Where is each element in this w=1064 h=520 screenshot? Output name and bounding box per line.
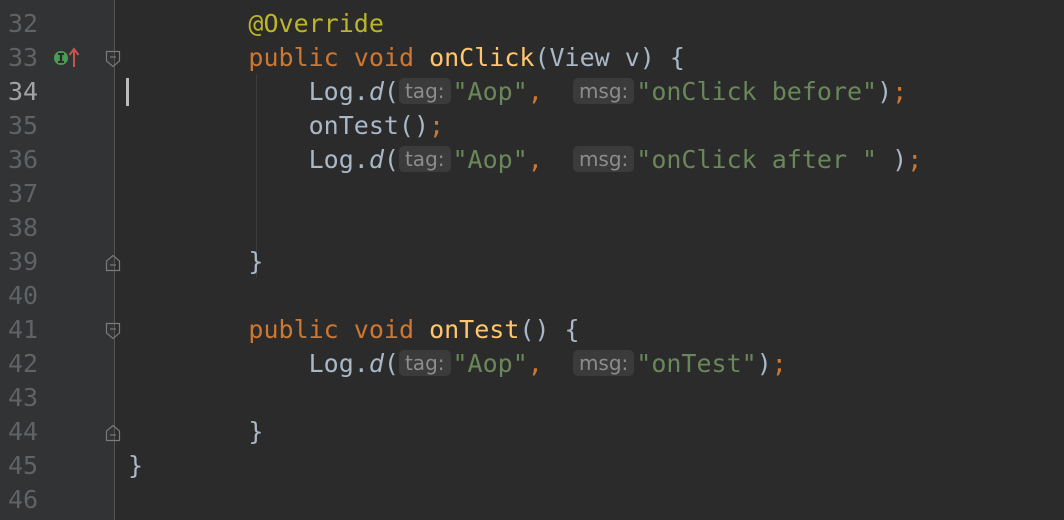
comma-token: , bbox=[527, 77, 543, 106]
code-line[interactable]: 44 } bbox=[0, 415, 1064, 449]
string-token: "onTest" bbox=[636, 349, 757, 378]
code-text[interactable]: } bbox=[128, 245, 263, 279]
comma-token: , bbox=[527, 145, 543, 174]
code-line[interactable]: 38 bbox=[0, 211, 1064, 245]
class-token: Log. bbox=[308, 349, 369, 378]
code-line[interactable]: 40 bbox=[0, 279, 1064, 313]
code-text[interactable]: public void onTest() { bbox=[128, 313, 580, 347]
code-line[interactable]: 33 public void onClick(View v) { bbox=[0, 41, 1064, 75]
line-number: 42 bbox=[8, 349, 39, 378]
code-line[interactable]: 36 Log.d(tag: "Aop", msg: "onClick after "… bbox=[0, 143, 1064, 177]
fold-close-icon[interactable] bbox=[105, 424, 121, 442]
keyword-token: public bbox=[248, 43, 339, 72]
method-name-token: onClick bbox=[429, 43, 535, 72]
code-line[interactable]: 37 bbox=[0, 177, 1064, 211]
line-number: 44 bbox=[8, 417, 39, 446]
line-number: 41 bbox=[8, 315, 39, 344]
param-hint-tag: tag: bbox=[398, 78, 451, 104]
annotation-token: @Override bbox=[248, 9, 384, 38]
line-number: 40 bbox=[8, 281, 39, 310]
method-name-token: onTest bbox=[429, 315, 520, 344]
code-line[interactable]: 42 Log.d(tag: "Aop", msg: "onTest"); bbox=[0, 347, 1064, 381]
brace-token: } bbox=[248, 417, 264, 446]
class-token: Log. bbox=[308, 77, 369, 106]
class-token: Log. bbox=[308, 145, 369, 174]
code-line[interactable]: 32 @Override bbox=[0, 7, 1064, 41]
paren-token: ) bbox=[877, 145, 908, 174]
method-call-token: d bbox=[368, 145, 384, 174]
code-text[interactable]: } bbox=[128, 415, 263, 449]
line-number: 32 bbox=[8, 9, 39, 38]
paren-token: ) bbox=[877, 77, 893, 106]
code-line[interactable]: 45 } bbox=[0, 449, 1064, 483]
keyword-token: void bbox=[353, 43, 415, 72]
method-call-token: d bbox=[368, 349, 384, 378]
code-text[interactable]: public void onClick(View v) { bbox=[128, 41, 685, 75]
code-line[interactable]: 43 bbox=[0, 381, 1064, 415]
line-number: 33 bbox=[8, 43, 39, 72]
method-call-token: d bbox=[368, 77, 384, 106]
line-number: 36 bbox=[8, 145, 39, 174]
fold-close-icon[interactable] bbox=[105, 254, 121, 272]
string-token: "Aop" bbox=[452, 145, 528, 174]
line-number: 43 bbox=[8, 383, 39, 412]
code-text[interactable]: Log.d(tag: "Aop", msg: "onClick after " ); bbox=[128, 143, 923, 177]
param-hint-tag: tag: bbox=[398, 350, 451, 376]
line-number: 38 bbox=[8, 213, 39, 242]
code-text[interactable]: Log.d(tag: "Aop", msg: "onClick before"); bbox=[128, 75, 908, 109]
semicolon-token: ; bbox=[892, 77, 908, 106]
semicolon-token: ; bbox=[429, 111, 445, 140]
code-line[interactable]: 46 bbox=[0, 483, 1064, 517]
keyword-token: void bbox=[353, 315, 415, 344]
params-token: (View v) { bbox=[534, 43, 685, 72]
brace-token: } bbox=[128, 451, 144, 480]
line-number: 45 bbox=[8, 451, 39, 480]
text-caret bbox=[126, 78, 129, 106]
string-token: "onClick before" bbox=[636, 77, 878, 106]
param-hint-msg: msg: bbox=[572, 350, 635, 376]
paren-token: ( bbox=[383, 145, 399, 174]
paren-token: ( bbox=[383, 349, 399, 378]
implementation-marker-icon[interactable] bbox=[52, 45, 82, 71]
line-number: 35 bbox=[8, 111, 39, 140]
code-editor[interactable]: 32 @Override 33 public void onClick(View… bbox=[0, 0, 1064, 520]
string-token: "onClick after " bbox=[636, 145, 878, 174]
line-number: 46 bbox=[8, 485, 39, 514]
fold-open-icon[interactable] bbox=[105, 322, 121, 340]
code-text[interactable]: } bbox=[128, 449, 143, 483]
fold-open-icon[interactable] bbox=[105, 50, 121, 68]
line-number: 39 bbox=[8, 247, 39, 276]
line-number: 37 bbox=[8, 179, 39, 208]
string-token: "Aop" bbox=[452, 77, 528, 106]
brace-token: } bbox=[248, 247, 264, 276]
comma-token: , bbox=[527, 349, 543, 378]
paren-token: ) bbox=[756, 349, 772, 378]
paren-token: ( bbox=[383, 77, 399, 106]
param-hint-msg: msg: bbox=[572, 78, 635, 104]
param-hint-msg: msg: bbox=[572, 146, 635, 172]
code-line[interactable]: 39 } bbox=[0, 245, 1064, 279]
code-line[interactable]: 41 public void onTest() { bbox=[0, 313, 1064, 347]
method-call-token: onTest() bbox=[308, 111, 430, 140]
keyword-token: public bbox=[248, 315, 339, 344]
code-line-current[interactable]: 34 Log.d(tag: "Aop", msg: "onClick before"… bbox=[0, 75, 1064, 109]
param-hint-tag: tag: bbox=[398, 146, 451, 172]
semicolon-token: ; bbox=[907, 145, 923, 174]
line-number-current: 34 bbox=[8, 77, 39, 106]
code-text[interactable]: Log.d(tag: "Aop", msg: "onTest"); bbox=[128, 347, 787, 381]
semicolon-token: ; bbox=[771, 349, 787, 378]
string-token: "Aop" bbox=[452, 349, 528, 378]
code-text[interactable]: onTest(); bbox=[128, 109, 444, 143]
params-token: () { bbox=[519, 315, 580, 344]
code-text[interactable]: @Override bbox=[128, 7, 384, 41]
code-line[interactable]: 35 onTest(); bbox=[0, 109, 1064, 143]
